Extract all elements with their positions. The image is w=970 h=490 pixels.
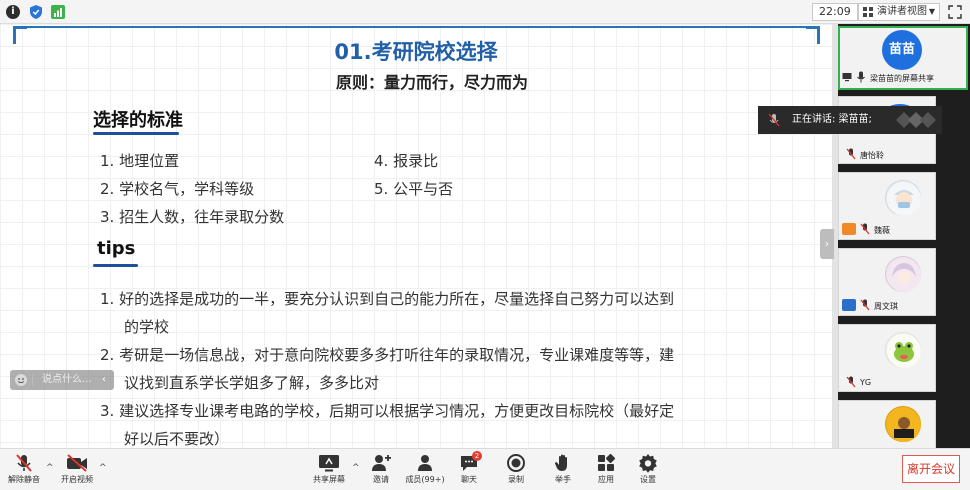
top-bar: i 22:09 演讲者视图 ▼ xyxy=(0,0,970,24)
participant-name: 唐怡聆 xyxy=(860,151,884,160)
mic-muted-icon xyxy=(846,148,856,160)
nurse-avatar-icon xyxy=(887,182,921,216)
speaking-indicator: 正在讲话: 梁苗苗; xyxy=(758,106,942,134)
leave-meeting-button[interactable]: 离开会议 xyxy=(902,455,960,483)
gear-icon xyxy=(639,454,657,473)
invite-button[interactable]: 邀请 xyxy=(358,453,404,487)
share-screen-button[interactable]: 共享屏幕 xyxy=(306,453,352,487)
mic-muted-icon xyxy=(16,454,32,472)
chat-unread-badge: 2 xyxy=(472,451,482,461)
criteria-item: 4. 报录比 xyxy=(374,152,439,170)
unmute-label: 解除静音 xyxy=(8,475,40,484)
tips-line: 2. 考研是一场信息战，对于意向院校要多多打听往年的录取情况，专业课难度等等，建 xyxy=(100,346,675,364)
tips-line: 的学校 xyxy=(124,318,170,336)
collapse-panel-button[interactable]: › xyxy=(820,229,834,259)
cartoon-avatar-icon xyxy=(887,408,921,442)
members-button[interactable]: 成员(99+) xyxy=(402,453,448,487)
criteria-item: 5. 公平与否 xyxy=(374,180,454,198)
unmute-button[interactable]: 解除静音 xyxy=(1,453,47,487)
chevron-up-icon[interactable]: ^ xyxy=(99,463,107,473)
criteria-item: 3. 招生人数，往年录取分数 xyxy=(100,208,285,226)
user-icon xyxy=(842,299,856,311)
criteria-item: 1. 地理位置 xyxy=(100,152,180,170)
settings-label: 设置 xyxy=(640,475,656,484)
slide-title: 01.考研院校选择 xyxy=(334,40,498,64)
mic-muted-icon xyxy=(846,376,856,388)
add-user-icon xyxy=(372,455,391,471)
slide-top-rule xyxy=(16,26,818,28)
mic-muted-icon xyxy=(860,223,870,235)
signal-strength-icon[interactable] xyxy=(50,4,66,20)
emoji-icon[interactable] xyxy=(14,373,28,387)
start-video-label: 开启视频 xyxy=(61,475,93,484)
apps-icon xyxy=(598,453,616,471)
members-label: 成员(99+) xyxy=(405,475,445,484)
host-tile-label: 梁苗苗的屏幕共享 xyxy=(870,74,934,83)
hand-icon xyxy=(554,454,567,471)
tips-line: 好以后不要改） xyxy=(124,430,230,448)
raise-hand-button[interactable]: 举手 xyxy=(540,453,586,487)
chat-input-bubble[interactable]: 说点什么... ‹ xyxy=(10,370,114,390)
invite-label: 邀请 xyxy=(373,475,389,484)
mic-muted-icon xyxy=(860,299,870,311)
record-icon xyxy=(507,454,525,472)
frog-avatar-icon xyxy=(887,334,921,368)
settings-button[interactable]: 设置 xyxy=(625,453,671,487)
tips-underline xyxy=(93,264,138,267)
chevron-left-icon[interactable]: ‹ xyxy=(102,370,106,390)
host-avatar: 苗苗 xyxy=(882,30,922,70)
participant-name: 周文琪 xyxy=(874,302,898,311)
shared-slide: 01.考研院校选择 原则：量力而行，尽力而为 选择的标准 1. 地理位置 2. … xyxy=(0,24,832,448)
meeting-toolbar: 解除静音 ^ 开启视频 ^ 共享屏幕 ^ 邀请 成员(99+) 2 聊天 录制 … xyxy=(0,448,970,490)
tips-line: 议找到直系学长学姐多了解，多多比对 xyxy=(124,374,380,392)
speaker-view-button[interactable]: 演讲者视图 ▼ xyxy=(858,3,940,21)
share-screen-label: 共享屏幕 xyxy=(313,475,345,484)
participant-name: 魏薇 xyxy=(874,226,890,235)
info-icon[interactable]: i xyxy=(6,5,20,19)
start-video-button[interactable]: 开启视频 xyxy=(54,453,100,487)
shield-icon[interactable] xyxy=(28,4,44,20)
chevron-up-icon[interactable]: ^ xyxy=(46,463,54,473)
tips-line: 3. 建议选择专业课考电路的学校，后期可以根据学习情况，方便更改目标院校（最好定 xyxy=(100,402,675,420)
chevron-down-icon: ▼ xyxy=(928,7,935,16)
chat-button[interactable]: 2 聊天 xyxy=(446,451,492,487)
chat-input-placeholder: 说点什么... xyxy=(42,374,92,385)
screen-share-icon xyxy=(842,73,852,82)
participant-avatar xyxy=(885,406,921,442)
speaking-text: 正在讲话: 梁苗苗; xyxy=(792,114,872,125)
criteria-underline xyxy=(93,132,179,135)
anime-avatar-icon xyxy=(887,258,921,292)
participant-avatar xyxy=(885,332,921,368)
video-off-icon xyxy=(67,454,87,472)
criteria-item: 2. 学校名气，学科等级 xyxy=(100,180,255,198)
tips-heading: tips xyxy=(97,238,136,259)
tips-line: 1. 好的选择是成功的一半，要充分认识到自己的能力所在，尽量选择自己努力可以达到 xyxy=(100,290,675,308)
mic-speaking-icon xyxy=(768,113,780,127)
participant-name: YG xyxy=(860,378,872,387)
members-icon xyxy=(418,455,432,471)
apps-label: 应用 xyxy=(598,475,614,484)
user-icon xyxy=(842,223,856,235)
raise-hand-label: 举手 xyxy=(555,475,571,484)
slide-subtitle: 原则：量力而行，尽力而为 xyxy=(335,73,528,92)
criteria-heading: 选择的标准 xyxy=(93,110,183,131)
fullscreen-icon[interactable] xyxy=(948,5,962,19)
speaker-view-label: 演讲者视图 xyxy=(877,6,927,17)
record-label: 录制 xyxy=(508,475,524,484)
meeting-clock: 22:09 xyxy=(812,3,858,21)
participant-avatar xyxy=(885,180,921,216)
participant-avatar xyxy=(885,256,921,292)
share-screen-icon xyxy=(319,455,339,472)
blurred-avatar-icon xyxy=(896,112,936,128)
apps-button[interactable]: 应用 xyxy=(583,453,629,487)
bubble-divider xyxy=(32,374,33,386)
record-button[interactable]: 录制 xyxy=(493,453,539,487)
grid-view-icon xyxy=(863,7,873,17)
mic-icon xyxy=(857,71,865,83)
chat-label: 聊天 xyxy=(461,475,477,484)
